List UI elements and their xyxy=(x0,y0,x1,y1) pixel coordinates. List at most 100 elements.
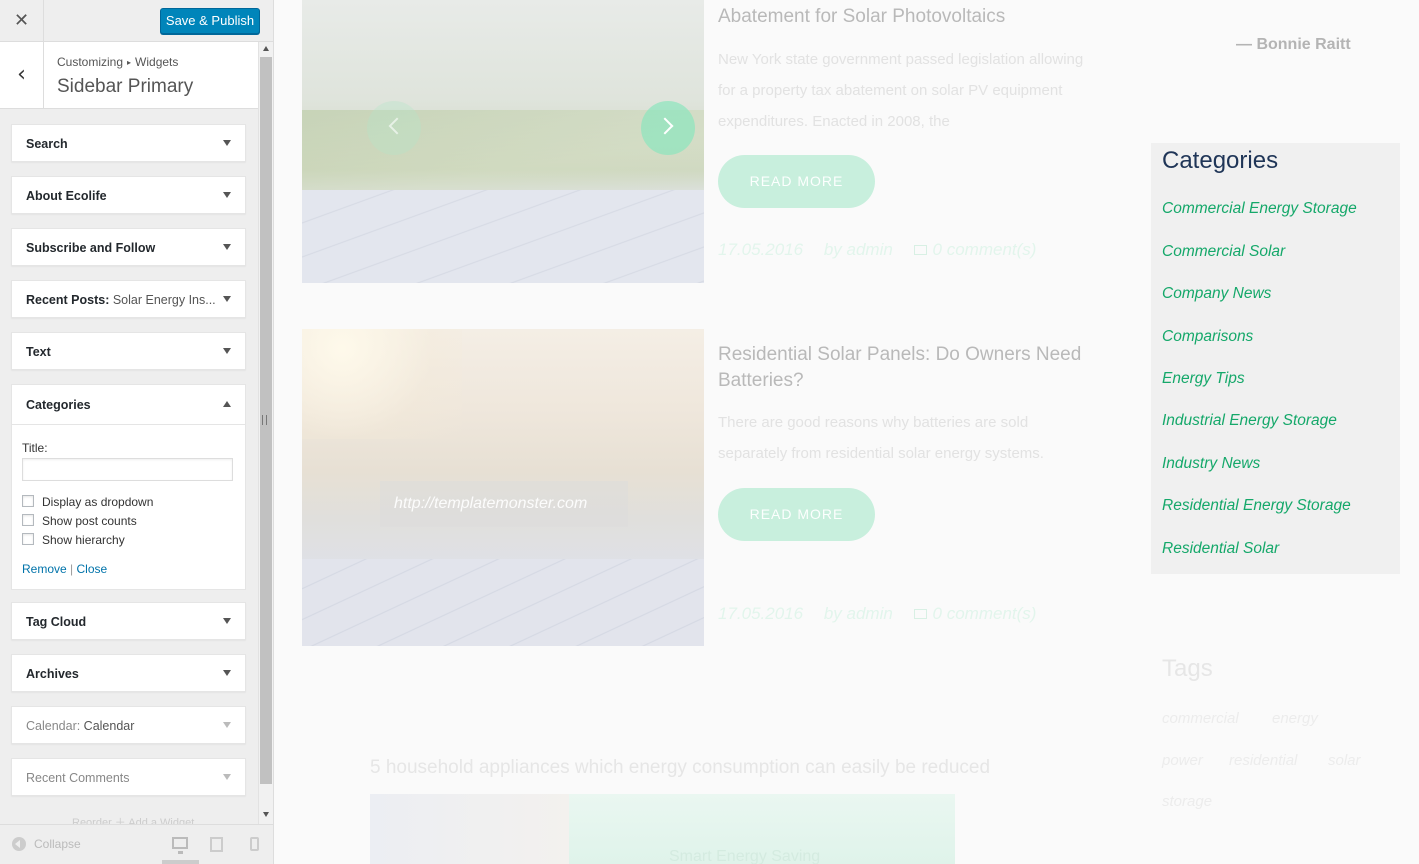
image-solar-panels xyxy=(302,559,704,646)
back-arrow-icon[interactable]: ‹ xyxy=(0,42,44,108)
comment-count: 0 comment(s) xyxy=(932,240,1037,259)
categories-title: Categories xyxy=(1162,147,1279,174)
comment-icon xyxy=(913,609,927,619)
widget-categories-header[interactable]: Categories xyxy=(12,385,245,425)
post1-title[interactable]: Abatement for Solar Photovoltaics xyxy=(718,4,1098,30)
post3-overlay-text: Smart Energy Saving xyxy=(669,848,821,864)
category-link[interactable]: Residential Energy Storage xyxy=(1162,497,1351,515)
slider-next-button[interactable] xyxy=(641,101,695,155)
widget-tag-cloud[interactable]: Tag Cloud xyxy=(11,602,246,640)
post-date[interactable]: 17.05.2016 xyxy=(718,240,803,259)
expand-arrow-icon[interactable] xyxy=(223,244,231,250)
widget-search[interactable]: Search xyxy=(11,124,246,162)
post-comments[interactable]: 0 comment(s) xyxy=(913,240,1053,259)
category-link[interactable]: Commercial Energy Storage xyxy=(1162,200,1357,218)
checkbox[interactable] xyxy=(22,514,34,526)
widget-calendar[interactable]: Calendar: Calendar xyxy=(11,706,246,744)
widget-text[interactable]: Text xyxy=(11,332,246,370)
expand-arrow-icon[interactable] xyxy=(223,618,231,624)
post-date[interactable]: 17.05.2016 xyxy=(718,604,803,623)
post1-meta: 17.05.2016 by admin 0 comment(s) xyxy=(718,240,1068,260)
category-link[interactable]: Industry News xyxy=(1162,455,1260,473)
panel-resize-handle[interactable] xyxy=(262,415,267,425)
remove-link[interactable]: Remove xyxy=(22,562,67,576)
scroll-up-icon[interactable] xyxy=(263,46,269,51)
expand-arrow-icon[interactable] xyxy=(223,722,231,728)
option-display-dropdown[interactable]: Display as dropdown xyxy=(22,495,153,509)
widget-subscribe-follow[interactable]: Subscribe and Follow xyxy=(11,228,246,266)
widget-recent-posts[interactable]: Recent Posts: Solar Energy Ins... xyxy=(11,280,246,318)
option-show-hierarchy[interactable]: Show hierarchy xyxy=(22,533,125,547)
category-link[interactable]: Industrial Energy Storage xyxy=(1162,412,1337,430)
customizer-panel: ✕ Save & Publish ‹ Customizing ▸ Widgets S… xyxy=(0,0,274,864)
expand-arrow-icon[interactable] xyxy=(223,192,231,198)
read-more-button[interactable]: READ MORE xyxy=(718,155,875,208)
category-link[interactable]: Company News xyxy=(1162,285,1271,303)
collapse-button[interactable]: Collapse xyxy=(12,837,81,851)
category-link[interactable]: Energy Tips xyxy=(1162,370,1245,388)
desktop-preview-icon[interactable] xyxy=(172,837,188,854)
widget-title: Tag Cloud xyxy=(26,615,87,629)
widget-title: Recent Posts: xyxy=(26,293,110,307)
read-more-button[interactable]: READ MORE xyxy=(718,488,875,541)
expand-arrow-icon[interactable] xyxy=(223,670,231,676)
expand-arrow-icon[interactable] xyxy=(223,140,231,146)
checkbox[interactable] xyxy=(22,495,34,507)
option-show-post-counts[interactable]: Show post counts xyxy=(22,514,137,528)
post-comments[interactable]: 0 comment(s) xyxy=(913,604,1053,623)
slider-prev-button[interactable] xyxy=(367,101,421,155)
expand-arrow-icon[interactable] xyxy=(223,348,231,354)
collapse-arrow-icon[interactable] xyxy=(223,401,231,407)
image-solar-panels xyxy=(302,190,704,283)
page-title: Sidebar Primary xyxy=(57,76,194,97)
tags-title: Tags xyxy=(1162,655,1213,682)
checkbox-label: Show hierarchy xyxy=(42,533,125,547)
category-link[interactable]: Residential Solar xyxy=(1162,540,1279,558)
site-preview: Abatement for Solar Photovoltaics New Yo… xyxy=(274,0,1419,864)
tag-link[interactable]: storage xyxy=(1162,793,1212,810)
checkbox[interactable] xyxy=(22,533,34,545)
widget-title: Recent Comments xyxy=(26,771,130,785)
customizer-topbar: ✕ Save & Publish xyxy=(0,0,273,42)
checkbox-label: Display as dropdown xyxy=(42,495,154,509)
tablet-preview-icon[interactable] xyxy=(210,837,223,852)
widget-about-ecolife[interactable]: About Ecolife xyxy=(11,176,246,214)
title-field[interactable] xyxy=(22,458,233,481)
tag-link[interactable]: power xyxy=(1162,752,1203,769)
expand-arrow-icon[interactable] xyxy=(223,774,231,780)
post-author[interactable]: by admin xyxy=(824,604,893,623)
post2-title[interactable]: Residential Solar Panels: Do Owners Need… xyxy=(718,342,1098,394)
widget-archives[interactable]: Archives xyxy=(11,654,246,692)
close-icon[interactable]: ✕ xyxy=(0,0,44,42)
collapse-label: Collapse xyxy=(34,837,81,851)
widget-recent-comments[interactable]: Recent Comments xyxy=(11,758,246,796)
widget-title: Categories xyxy=(26,398,91,412)
mobile-preview-icon[interactable] xyxy=(250,837,259,851)
breadcrumb: Customizing ▸ Widgets xyxy=(57,55,178,69)
comment-icon xyxy=(913,245,927,255)
tag-link[interactable]: commercial xyxy=(1162,710,1239,727)
categories-widget: Categories Commercial Energy Storage Com… xyxy=(1151,143,1400,574)
post3-title[interactable]: 5 household appliances which energy cons… xyxy=(370,757,990,779)
post1-image-slider xyxy=(302,0,704,283)
post2-excerpt: There are good reasons why batteries are… xyxy=(718,414,1044,462)
collapse-icon xyxy=(12,837,26,851)
widget-title: Subscribe and Follow xyxy=(26,241,156,255)
expand-arrow-icon[interactable] xyxy=(223,296,231,302)
tag-link[interactable]: solar xyxy=(1328,752,1361,769)
widget-title: Calendar: xyxy=(26,719,81,733)
scroll-down-icon[interactable] xyxy=(263,812,269,817)
section-header: ‹ Customizing ▸ Widgets Sidebar Primary xyxy=(0,42,258,109)
breadcrumb-widgets: Widgets xyxy=(135,55,179,69)
category-link[interactable]: Commercial Solar xyxy=(1162,243,1285,261)
post-author[interactable]: by admin xyxy=(824,240,893,259)
category-link[interactable]: Comparisons xyxy=(1162,328,1253,346)
panel-scrollbar[interactable] xyxy=(258,42,273,824)
post3-image[interactable] xyxy=(370,794,570,864)
close-link[interactable]: Close xyxy=(77,562,108,576)
tag-link[interactable]: energy xyxy=(1272,710,1318,727)
tag-link[interactable]: residential xyxy=(1229,752,1297,769)
breadcrumb-separator-icon: ▸ xyxy=(127,58,132,67)
image-sun-glow xyxy=(302,329,462,439)
save-publish-button[interactable]: Save & Publish xyxy=(160,8,260,34)
